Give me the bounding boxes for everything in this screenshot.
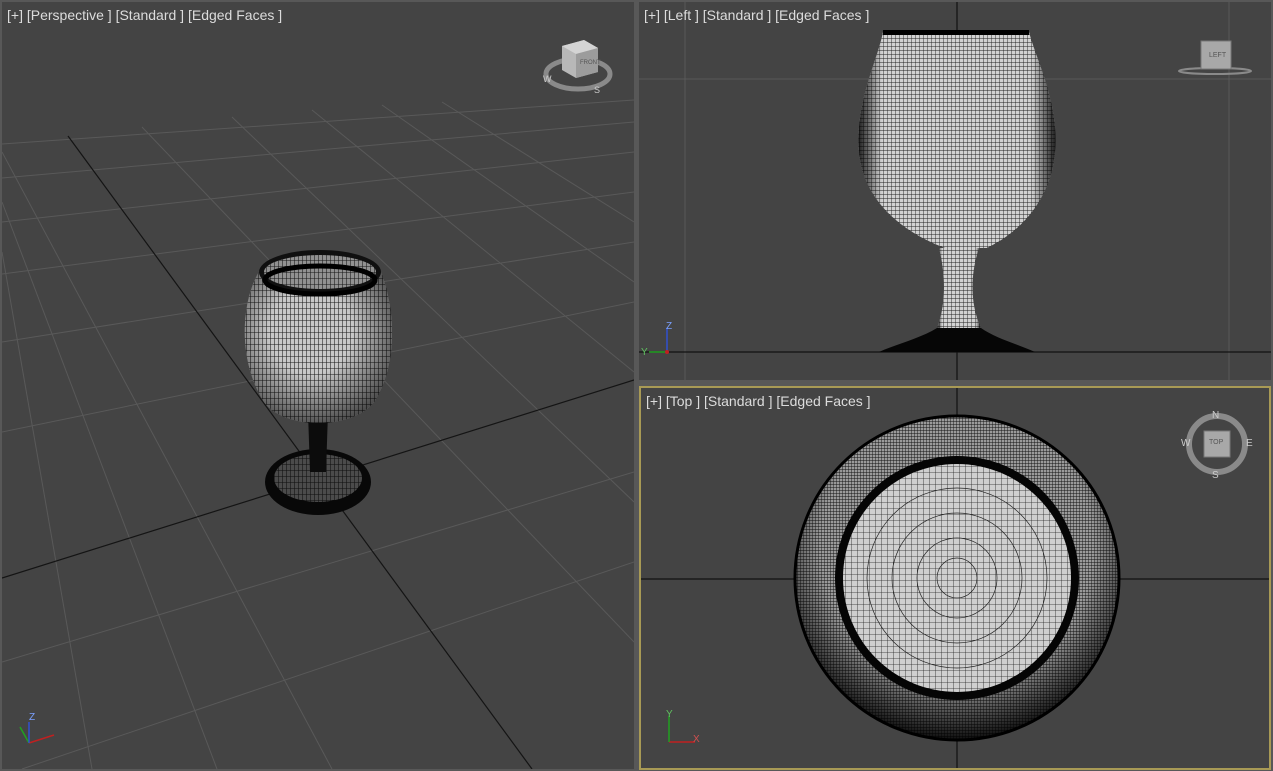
perspective-axis-tripod (19, 722, 55, 744)
display-mode-menu[interactable]: [Edged Faces ] (776, 393, 870, 409)
view-cube[interactable]: LEFT (1177, 38, 1257, 82)
compass-n: N (1212, 410, 1220, 421)
shading-menu[interactable]: [Standard ] (116, 7, 185, 23)
viewport-label-top: [+] [Top ] [Standard ] [Edged Faces ] (646, 393, 871, 409)
compass-s: S (594, 85, 601, 95)
view-cube-graphic (1178, 40, 1252, 75)
view-cube-face-label: TOP (1209, 439, 1224, 446)
view-cube-face-label: LEFT (1209, 52, 1227, 59)
viewport-menu-button[interactable]: [+] (644, 7, 660, 23)
viewport-menu-button[interactable]: [+] (646, 393, 662, 409)
axis-y-label: Y (641, 347, 648, 358)
display-mode-menu[interactable]: [Edged Faces ] (188, 7, 282, 23)
view-cube[interactable]: FRONT W S (540, 34, 620, 98)
top-scene (641, 388, 1269, 768)
axis-y-label: Y (666, 709, 673, 720)
shading-menu[interactable]: [Standard ] (704, 393, 773, 409)
shading-menu[interactable]: [Standard ] (703, 7, 772, 23)
compass-w: W (543, 74, 552, 84)
axis-x-label: X (693, 734, 700, 745)
view-cube-graphic (543, 40, 613, 92)
compass-w: W (1181, 438, 1191, 449)
view-type-menu[interactable]: [Top ] (666, 393, 700, 409)
brandy-glass-left (858, 30, 1056, 352)
view-type-menu[interactable]: [Perspective ] (27, 7, 112, 23)
brandy-glass-perspective (244, 250, 392, 515)
view-cube-face-label: FRONT (580, 60, 601, 66)
compass-e: E (1246, 438, 1253, 449)
top-viewport-active[interactable]: [+] [Top ] [Standard ] [Edged Faces ] Y … (639, 386, 1271, 770)
view-type-menu[interactable]: [Left ] (664, 7, 699, 23)
view-cube[interactable]: TOP N S E W (1179, 408, 1259, 484)
compass-s: S (1212, 470, 1219, 481)
display-mode-menu[interactable]: [Edged Faces ] (775, 7, 869, 23)
axis-z-label: Z (666, 321, 673, 332)
axis-z-label: Z (29, 712, 36, 723)
perspective-scene (2, 99, 634, 769)
perspective-viewport[interactable]: [+] [Perspective ] [Standard ] [Edged Fa… (2, 2, 634, 769)
brandy-glass-top (793, 414, 1121, 742)
left-viewport[interactable]: [+] [Left ] [Standard ] [Edged Faces ] Z… (639, 2, 1271, 380)
viewport-menu-button[interactable]: [+] (7, 7, 23, 23)
viewport-label-left: [+] [Left ] [Standard ] [Edged Faces ] (644, 7, 869, 23)
viewport-label-perspective: [+] [Perspective ] [Standard ] [Edged Fa… (7, 7, 282, 23)
